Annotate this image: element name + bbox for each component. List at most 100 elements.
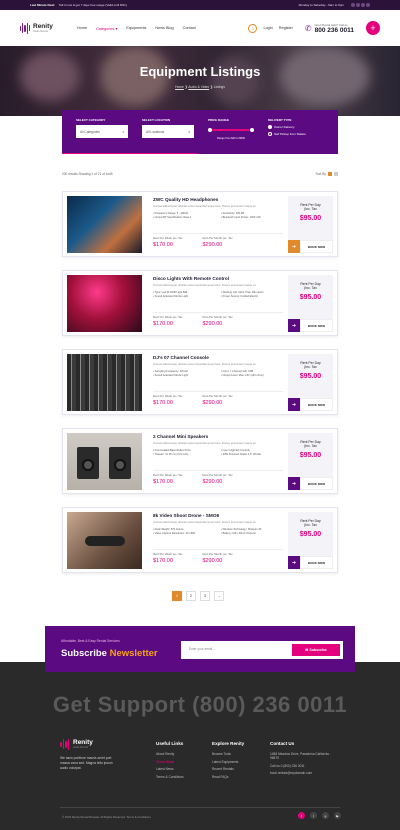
listing-image[interactable] [67,512,142,569]
location-select[interactable]: All Locations ▾ [142,125,194,138]
subscribe-button[interactable]: ✉ Subscribe [292,644,340,656]
register-link[interactable]: Register [279,26,293,30]
month-price-label: Rent Per Month (ex. Tax [202,394,233,398]
card-divider [153,391,283,392]
menu-plus-button[interactable]: + [366,21,380,35]
feature-item: Sound Activated Strobe Light [153,374,215,377]
support-phone[interactable]: Get Support (800) 236 0011 [0,692,400,718]
arrow-right-icon[interactable]: ➜ [288,398,300,411]
subscribe-email-input[interactable]: Enter your email... [189,647,215,651]
listing-title[interactable]: ZWC Quality HD Headphones [153,197,283,202]
footer-link-news[interactable]: Latest News [156,767,184,771]
footer-link-latest-eq[interactable]: Latest Equipments [212,760,244,764]
month-price-label: Rent Per Month (ex. Tax [202,473,233,477]
nav-news-blog[interactable]: News Blog [155,26,173,31]
book-now-button[interactable]: BOOK NOW [300,398,333,411]
listing-image[interactable] [67,433,142,490]
page-1[interactable]: 1 [172,591,182,601]
listing-title[interactable]: 2 Channel Mini Speakers [153,434,283,439]
book-now-button[interactable]: BOOK NOW [300,240,333,253]
page-next[interactable]: → [214,591,224,601]
footer-link-faqs[interactable]: Read FAQs [212,775,244,779]
listing-image[interactable] [67,354,142,411]
listing-card[interactable]: DJ’s 07 Channel Console Cursus ullamcorp… [62,349,338,415]
arrow-right-icon[interactable]: ➜ [288,556,300,569]
page-2[interactable]: 2 [186,591,196,601]
arrow-right-icon[interactable]: ➜ [288,240,300,253]
explore-links: Explore Renity Browse Tools Latest Equip… [212,741,244,782]
footer-logo[interactable]: Renity Audio Rental [60,738,120,750]
owner-delivery-radio[interactable]: Owner Delivery [268,125,306,129]
footer-link-terms[interactable]: Terms & Conditions [156,775,184,779]
footer-brand-sub: Audio Rental [73,745,88,749]
category-select[interactable]: All Categories ▾ [76,125,128,138]
arrow-right-icon[interactable]: ➜ [288,319,300,332]
feature-item: Working Life: More Than 10k Hours [221,291,283,294]
book-now-button[interactable]: BOOK NOW [300,319,333,332]
listing-title[interactable]: DJ’s 07 Channel Console [153,355,283,360]
footer-call[interactable]: Call us 0 (800) 236 0011 [270,764,340,768]
listing-card[interactable]: Disco Lights With Remote Control Cursus … [62,270,338,336]
book-now-button[interactable]: BOOK NOW [300,556,333,569]
breadcrumb: Home ❯ Audio & Video ❯ Listings [175,85,225,89]
nav-home[interactable]: Home [77,26,87,31]
listing-card[interactable]: ZWC Quality HD Headphones Cursus ullamco… [62,191,338,257]
filter-accent-line [62,152,197,154]
listing-features: Frequency Range: 5 - 40KHz Sensitivity: … [153,212,283,219]
crumb-home[interactable]: Home [175,85,184,89]
listing-title[interactable]: Disco Lights With Remote Control [153,276,283,281]
price-range-slider[interactable] [208,127,254,131]
phone-icon: ✆ [304,23,312,33]
user-icon[interactable]: ☺ [248,23,258,33]
twitter-icon[interactable]: t [310,812,317,819]
footer-social: f t g ▶ [298,812,341,819]
footer-link-check-beats[interactable]: Check Beats [156,760,184,764]
month-price: $290.00 [202,558,223,564]
footer-email[interactable]: book.rentals@mydomain.com [270,771,340,775]
week-price-label: Rent Per Week (ex. Tax [153,394,183,398]
crumb-audio-video[interactable]: Audio & Video [188,85,209,89]
card-divider [153,470,283,471]
facebook-icon[interactable] [351,2,355,7]
results-count: 200 results Showing 1 of 21 of 4xd5 [62,172,113,176]
results-bar: 200 results Showing 1 of 21 of 4xd5 Sort… [62,172,338,176]
listing-card[interactable]: 2 Channel Mini Speakers Cursus ullamcorp… [62,428,338,494]
listing-image[interactable] [67,196,142,253]
listing-image[interactable] [67,275,142,332]
youtube-icon[interactable] [366,2,370,7]
nav-contact[interactable]: Contact [183,26,196,31]
nav-categories[interactable]: Categories ▾ [96,26,117,31]
price-label: PRICE RANGE [208,118,229,122]
brand-logo[interactable]: Renity Audio Rental [20,22,53,34]
copyright: © 2023 Renity Rental Rentals. All Rights… [62,815,151,819]
instagram-icon[interactable] [361,2,365,7]
google-icon[interactable]: g [322,812,329,819]
subscribe-banner: Affordable, Best & Easy Rental Services … [45,626,355,672]
listing-card[interactable]: 8k Video Shoot Drone - SMO8 Cursus ullam… [62,507,338,573]
self-pickup-radio[interactable]: Self Pickup from Station [268,132,306,136]
day-price: $95.00 [299,530,322,538]
twitter-icon[interactable] [356,2,360,7]
day-price: $95.00 [299,451,322,459]
footer-link-browse[interactable]: Browse Tools [212,752,244,756]
month-price: $290.00 [202,242,223,248]
arrow-right-icon[interactable]: ➜ [288,477,300,490]
contact-title: Contact Us [270,741,295,746]
sort-label[interactable]: Sort By [316,172,326,176]
login-link[interactable]: Login [263,26,272,30]
facebook-icon[interactable]: f [298,812,305,819]
footer-link-recent[interactable]: Recent Rentals [212,767,244,771]
social-icons [350,2,370,8]
footer-link-about[interactable]: About Renity [156,752,184,756]
listing-title[interactable]: 8k Video Shoot Drone - SMO8 [153,513,283,518]
youtube-icon[interactable]: ▶ [334,812,341,819]
page-3[interactable]: 3 [200,591,210,601]
feature-item: Output BT Specification Class 2 [153,216,215,219]
phone-number[interactable]: 800 236 0011 [315,27,354,34]
grid-view-icon[interactable] [328,172,332,176]
nav-equipments[interactable]: Equipments [126,26,146,31]
book-now-button[interactable]: BOOK NOW [300,477,333,490]
list-view-icon[interactable] [334,172,338,176]
listing-description: Cursus ullamcorper ultricies amet imperd… [153,283,257,287]
week-price: $170.00 [153,479,173,485]
